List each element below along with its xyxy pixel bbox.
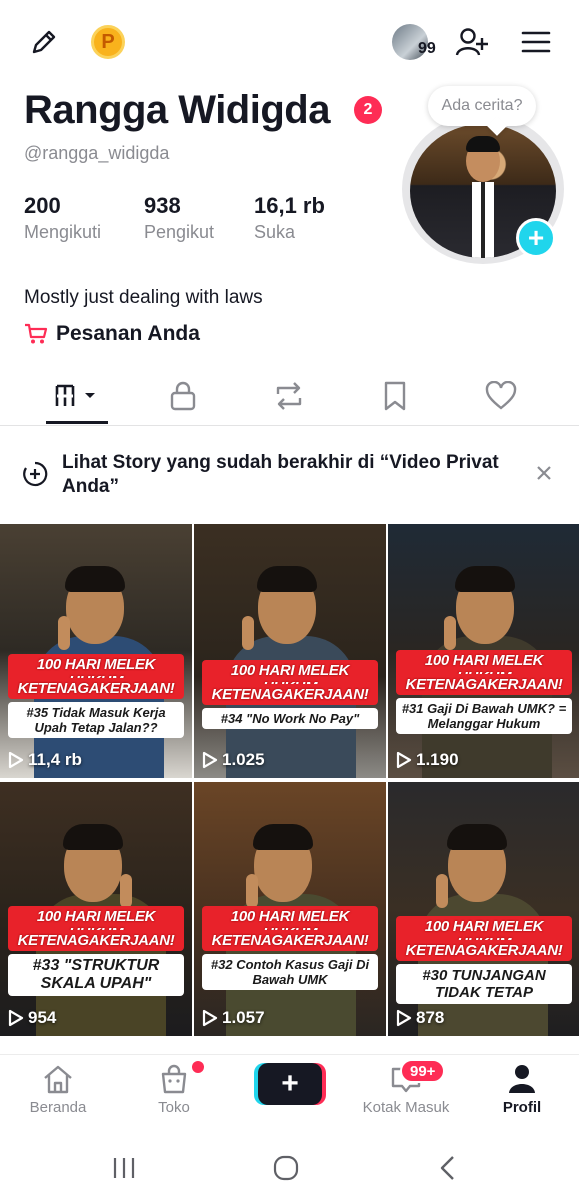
nav-inbox-label: Kotak Masuk bbox=[362, 1099, 450, 1116]
coin-points-icon[interactable]: P bbox=[88, 22, 128, 62]
nav-home[interactable]: Beranda bbox=[8, 1063, 108, 1127]
bookmark-icon bbox=[384, 381, 406, 411]
add-friend-icon[interactable] bbox=[452, 22, 492, 62]
tab-reposts[interactable] bbox=[259, 376, 319, 416]
video-subtitle: KETENAGAKERJAAN! bbox=[202, 930, 378, 951]
create-video-button[interactable]: + bbox=[258, 1063, 322, 1105]
play-icon bbox=[8, 751, 24, 769]
video-grid: 100 HARI MELEK HUKUM KETENAGAKERJAAN! #3… bbox=[0, 524, 579, 1054]
video-thumbnail[interactable]: 100 HARI MELEK HUKUM KETENAGAKERJAAN! #3… bbox=[0, 782, 192, 1036]
stat-likes-value: 16,1 rb bbox=[254, 193, 325, 218]
view-count-value: 1.025 bbox=[222, 750, 265, 769]
play-icon bbox=[202, 1009, 218, 1027]
username: @rangga_widigda bbox=[24, 143, 170, 163]
lock-icon bbox=[170, 381, 196, 411]
stat-likes[interactable]: 16,1 rb Suka bbox=[254, 193, 325, 243]
stat-following-value: 200 bbox=[24, 193, 61, 218]
video-subtitle: KETENAGAKERJAAN! bbox=[202, 684, 378, 705]
view-count: 954 bbox=[8, 1008, 56, 1028]
menu-icon[interactable] bbox=[516, 22, 556, 62]
add-story-plus-icon[interactable]: + bbox=[516, 218, 556, 258]
video-topic: #34 "No Work No Pay" bbox=[202, 708, 378, 729]
heart-icon bbox=[485, 381, 517, 410]
repost-icon bbox=[276, 382, 302, 410]
home-icon bbox=[44, 1065, 72, 1094]
shop-notification-dot bbox=[192, 1061, 204, 1073]
play-icon bbox=[8, 1009, 24, 1027]
home-circle-icon[interactable] bbox=[266, 1150, 306, 1186]
plus-icon: + bbox=[281, 1067, 299, 1100]
top-bar: P 99 bbox=[0, 0, 579, 84]
back-icon[interactable] bbox=[428, 1150, 468, 1186]
friend-activity-button[interactable]: 99 bbox=[392, 22, 436, 62]
view-count: 11,4 rb bbox=[8, 750, 82, 770]
video-topic: #33 "STRUKTUR SKALA UPAH" bbox=[8, 954, 184, 996]
video-thumbnail[interactable]: 100 HARI MELEK HUKUM KETENAGAKERJAAN! #3… bbox=[194, 782, 386, 1036]
video-thumbnail[interactable]: 100 HARI MELEK HUKUM KETENAGAKERJAAN! #3… bbox=[388, 782, 579, 1036]
profile-person-icon bbox=[509, 1065, 535, 1093]
view-count-value: 1.190 bbox=[416, 750, 459, 769]
video-thumbnail[interactable]: 100 HARI MELEK HUKUM KETENAGAKERJAAN! #3… bbox=[194, 524, 386, 778]
friend-count: 99 bbox=[418, 40, 436, 57]
video-subtitle: KETENAGAKERJAAN! bbox=[396, 674, 572, 695]
system-navigation-bar bbox=[0, 1136, 579, 1200]
play-icon bbox=[396, 751, 412, 769]
video-subtitle: KETENAGAKERJAAN! bbox=[8, 930, 184, 951]
edit-pen-icon[interactable] bbox=[24, 22, 64, 62]
video-subtitle: KETENAGAKERJAAN! bbox=[396, 940, 572, 961]
story-plus-icon bbox=[22, 461, 48, 492]
active-tab-indicator bbox=[46, 421, 108, 424]
stat-following-label: Mengikuti bbox=[24, 222, 102, 242]
story-prompt-bubble[interactable]: Ada cerita? bbox=[428, 86, 536, 126]
nav-shop[interactable]: Toko bbox=[124, 1063, 224, 1127]
view-count-value: 878 bbox=[416, 1008, 445, 1027]
video-topic: #32 Contoh Kasus Gaji Di Bawah UMK bbox=[202, 954, 378, 990]
stat-followers[interactable]: 938 Pengikut bbox=[144, 193, 214, 243]
stat-likes-label: Suka bbox=[254, 222, 296, 242]
video-thumbnail[interactable]: 100 HARI MELEK HUKUM KETENAGAKERJAAN! #3… bbox=[388, 524, 579, 778]
video-subtitle: KETENAGAKERJAAN! bbox=[8, 678, 184, 699]
tab-liked[interactable] bbox=[471, 376, 531, 416]
inbox-badge: 99+ bbox=[400, 1059, 446, 1083]
close-icon[interactable] bbox=[532, 461, 556, 485]
story-banner-text: Lihat Story yang sudah berakhir di “Vide… bbox=[62, 452, 499, 497]
nav-profile-label: Profil bbox=[502, 1099, 542, 1116]
cart-icon bbox=[25, 323, 48, 344]
view-count: 1.057 bbox=[202, 1008, 265, 1028]
profile-tabs bbox=[0, 370, 579, 426]
view-count: 878 bbox=[396, 1008, 444, 1028]
grid-columns-icon bbox=[55, 384, 95, 406]
view-count-value: 1.057 bbox=[222, 1008, 265, 1027]
view-count: 1.025 bbox=[202, 750, 265, 770]
recent-apps-icon[interactable] bbox=[104, 1150, 144, 1186]
video-thumbnail[interactable]: 100 HARI MELEK HUKUM KETENAGAKERJAAN! #3… bbox=[0, 524, 192, 778]
shopping-bag-icon bbox=[161, 1064, 187, 1094]
view-count-value: 11,4 rb bbox=[28, 750, 82, 769]
video-topic: #31 Gaji Di Bawah UMK? = Melanggar Hukum bbox=[396, 698, 572, 734]
nav-profile[interactable]: Profil bbox=[472, 1063, 572, 1127]
stat-followers-label: Pengikut bbox=[144, 222, 215, 242]
video-topic: #30 TUNJANGAN TIDAK TETAP bbox=[396, 964, 572, 1004]
bio-text: Mostly just dealing with laws bbox=[24, 287, 263, 308]
stat-followers-value: 938 bbox=[144, 193, 181, 218]
profile-name: Rangga Widigda bbox=[24, 88, 330, 132]
video-topic: #35 Tidak Masuk Kerja Upah Tetap Jalan?? bbox=[8, 702, 184, 738]
tab-saved[interactable] bbox=[365, 376, 425, 416]
tab-videos[interactable] bbox=[48, 376, 108, 416]
stat-following[interactable]: 200 Mengikuti bbox=[24, 193, 101, 243]
bottom-navigation: Beranda Toko + Kotak Masuk 99+ Profil bbox=[0, 1054, 579, 1136]
nav-shop-label: Toko bbox=[158, 1099, 190, 1116]
view-count-value: 954 bbox=[28, 1008, 57, 1027]
nav-home-label: Beranda bbox=[29, 1099, 87, 1116]
view-count: 1.190 bbox=[396, 750, 459, 770]
orders-label: Pesanan Anda bbox=[56, 322, 200, 345]
tab-private[interactable] bbox=[153, 376, 213, 416]
play-icon bbox=[396, 1009, 412, 1027]
play-icon bbox=[202, 751, 218, 769]
expired-story-banner[interactable]: Lihat Story yang sudah berakhir di “Vide… bbox=[0, 437, 579, 513]
orders-link[interactable]: Pesanan Anda bbox=[24, 322, 200, 346]
notification-badge[interactable]: 2 bbox=[354, 96, 382, 124]
